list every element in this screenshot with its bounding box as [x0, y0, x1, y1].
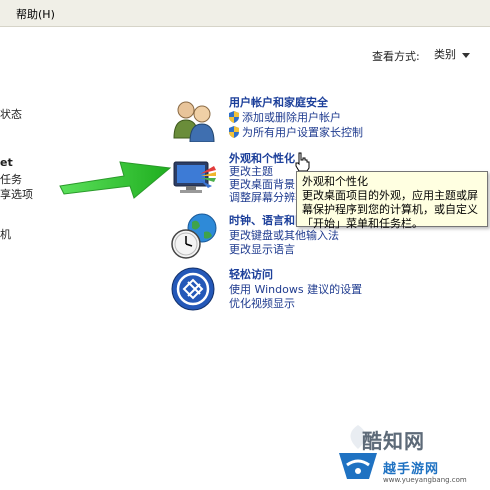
link-parental-controls[interactable]: 为所有用户设置家长控制 — [229, 124, 363, 140]
left-panel-fragment[interactable]: 状态 — [0, 106, 22, 122]
watermark-url: www.yueyangbang.com — [383, 476, 467, 484]
tooltip-title: 外观和个性化 — [302, 175, 368, 188]
left-panel-fragment[interactable]: 机 — [0, 226, 11, 242]
link-optimize-video-display[interactable]: 优化视频显示 — [229, 295, 295, 311]
left-panel-fragment: et — [0, 156, 13, 169]
link-label: 为所有用户设置家长控制 — [242, 126, 363, 139]
tooltip: 外观和个性化 更改桌面项目的外观，应用主题或屏幕保护程序到您的计算机，或自定义「… — [296, 171, 488, 230]
users-icon[interactable] — [170, 96, 220, 142]
view-by-value: 类别 — [434, 48, 456, 61]
left-panel-fragment[interactable]: 任务 — [0, 171, 22, 187]
link-add-remove-users[interactable]: 添加或删除用户帐户 — [229, 109, 341, 125]
menu-help[interactable]: 帮助(H) — [16, 6, 55, 22]
hand-cursor-icon — [295, 152, 310, 172]
watermark-text: 越手游网 — [383, 462, 440, 477]
clock-globe-icon[interactable] — [170, 210, 220, 262]
green-arrow-icon — [59, 161, 172, 199]
left-panel-fragment[interactable]: 享选项 — [0, 186, 33, 202]
chevron-down-icon — [462, 52, 470, 58]
uac-shield-icon — [229, 111, 239, 123]
menu-bar: 帮助(H) — [0, 0, 490, 27]
tooltip-body: 更改桌面项目的外观，应用主题或屏幕保护程序到您的计算机，或自定义「开始」菜单和任… — [302, 189, 478, 230]
uac-shield-icon — [229, 126, 239, 138]
link-label: 添加或删除用户帐户 — [242, 111, 341, 124]
watermark-text: 酷知网 — [362, 429, 425, 453]
view-by-dropdown[interactable]: 类别 — [434, 46, 470, 62]
category-title-users[interactable]: 用户帐户和家庭安全 — [229, 94, 328, 110]
ease-of-access-icon[interactable] — [170, 266, 216, 312]
category-title-ease-of-access[interactable]: 轻松访问 — [229, 266, 273, 282]
display-appearance-icon[interactable] — [170, 156, 220, 198]
link-change-display-language[interactable]: 更改显示语言 — [229, 241, 295, 257]
link-adjust-resolution[interactable]: 调整屏幕分辨率 — [229, 189, 306, 205]
view-by-label: 查看方式: — [372, 50, 420, 63]
